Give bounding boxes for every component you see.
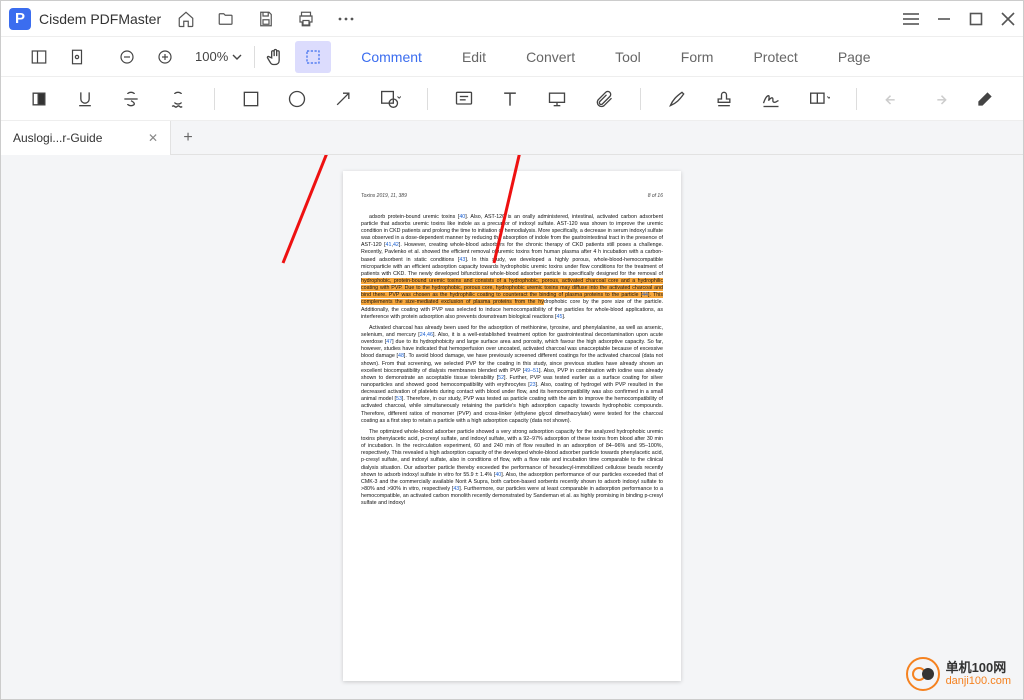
pencil-tool-icon[interactable] — [667, 88, 687, 110]
underline-tool-icon[interactable] — [75, 88, 95, 110]
shape-dropdown-icon[interactable] — [379, 88, 401, 110]
watermark: 单机100网 danji100.com — [906, 657, 1011, 691]
document-tab[interactable]: Auslogi...r-Guide ✕ — [1, 121, 171, 155]
zoom-out-icon[interactable] — [109, 41, 145, 73]
eraser-tool-icon[interactable] — [975, 88, 995, 110]
minimize-icon[interactable] — [937, 12, 951, 26]
highlight-tool-icon[interactable] — [29, 88, 49, 110]
doc-header-left: Toxins 2019, 11, 389 — [361, 193, 407, 200]
zoom-level[interactable]: 100% — [185, 49, 252, 64]
tab-form[interactable]: Form — [681, 49, 714, 65]
squiggly-tool-icon[interactable] — [167, 88, 187, 110]
attachment-tool-icon[interactable] — [594, 88, 614, 110]
doc-paragraph: Activated charcoal has already been used… — [361, 325, 663, 425]
tab-edit[interactable]: Edit — [462, 49, 486, 65]
more-icon[interactable] — [337, 17, 355, 21]
page-view-icon[interactable] — [59, 41, 95, 73]
doc-header-right: 8 of 16 — [648, 193, 663, 200]
rectangle-tool-icon[interactable] — [241, 88, 261, 110]
watermark-text-2: danji100.com — [946, 675, 1011, 687]
arrow-tool-icon[interactable] — [333, 88, 353, 110]
app-logo: P — [9, 8, 31, 30]
strikethrough-tool-icon[interactable] — [121, 88, 141, 110]
compare-tool-icon[interactable] — [808, 88, 830, 110]
home-icon[interactable] — [177, 10, 195, 28]
workspace: Toxins 2019, 11, 389 8 of 16 adsorb prot… — [1, 155, 1023, 699]
app-title: Cisdem PDFMaster — [39, 11, 161, 27]
note-tool-icon[interactable] — [454, 88, 474, 110]
tab-tool[interactable]: Tool — [615, 49, 641, 65]
select-tool-icon[interactable] — [295, 41, 331, 73]
text-tool-icon[interactable] — [500, 88, 520, 110]
sidebar-toggle-icon[interactable] — [21, 41, 57, 73]
watermark-logo-icon — [906, 657, 940, 691]
zoom-in-icon[interactable] — [147, 41, 183, 73]
textbox-tool-icon[interactable] — [546, 88, 568, 110]
tab-convert[interactable]: Convert — [526, 49, 575, 65]
hand-tool-icon[interactable] — [257, 41, 293, 73]
save-icon[interactable] — [257, 10, 275, 28]
redo-icon[interactable] — [929, 88, 949, 110]
tab-page[interactable]: Page — [838, 49, 871, 65]
stamp-tool-icon[interactable] — [713, 88, 733, 110]
open-folder-icon[interactable] — [217, 10, 235, 28]
close-icon[interactable] — [1001, 12, 1015, 26]
menu-icon[interactable] — [903, 12, 919, 26]
tab-comment[interactable]: Comment — [361, 49, 422, 65]
pdf-page[interactable]: Toxins 2019, 11, 389 8 of 16 adsorb prot… — [343, 171, 681, 681]
circle-tool-icon[interactable] — [287, 88, 307, 110]
print-icon[interactable] — [297, 10, 315, 28]
document-tab-label: Auslogi...r-Guide — [13, 131, 102, 145]
watermark-text-1: 单机100网 — [946, 661, 1011, 675]
undo-icon[interactable] — [883, 88, 903, 110]
tab-protect[interactable]: Protect — [753, 49, 797, 65]
signature-tool-icon[interactable] — [760, 88, 782, 110]
doc-paragraph: adsorb protein-bound uremic toxins [40].… — [361, 214, 663, 321]
add-tab-button[interactable]: + — [171, 129, 205, 147]
doc-paragraph: The optimized whole-blood adsorber parti… — [361, 429, 663, 508]
maximize-icon[interactable] — [969, 12, 983, 26]
close-tab-icon[interactable]: ✕ — [148, 131, 158, 145]
